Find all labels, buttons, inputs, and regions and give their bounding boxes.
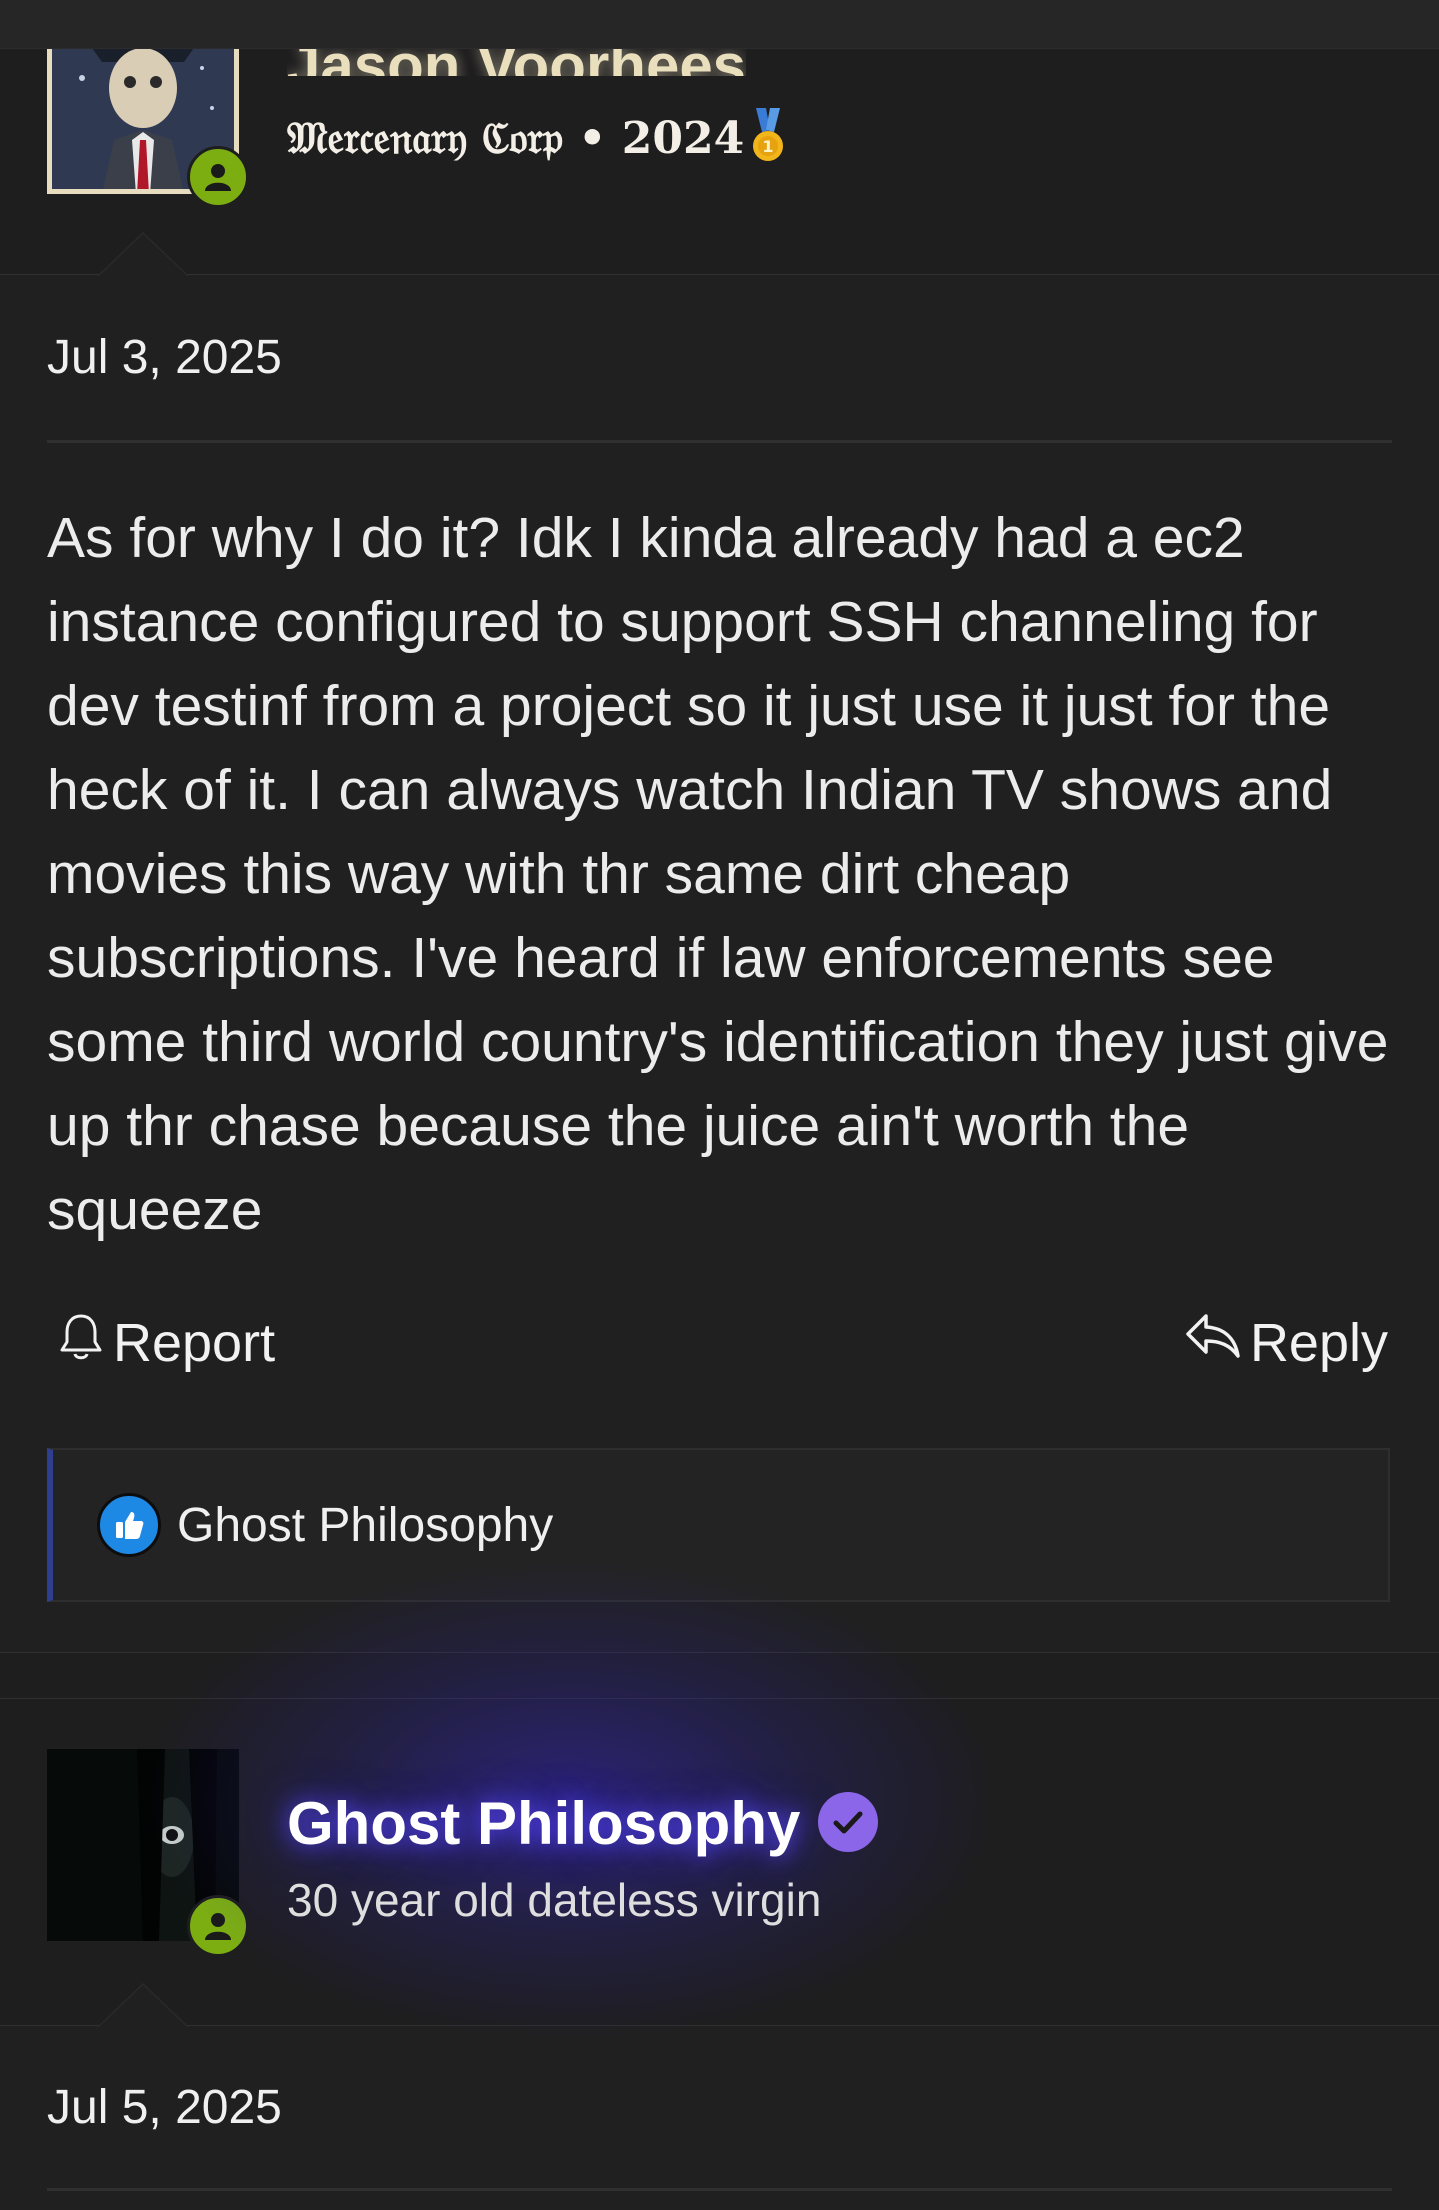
top-bar <box>0 0 1439 49</box>
divider <box>47 2188 1392 2191</box>
avatar[interactable] <box>47 48 249 208</box>
post-date[interactable]: Jul 5, 2025 <box>47 2080 282 2135</box>
divider <box>47 440 1392 443</box>
post-pointer <box>97 232 189 276</box>
online-status-icon <box>187 1895 249 1957</box>
post-pointer <box>97 1983 189 2027</box>
gold-medal-icon: 1 <box>748 108 788 175</box>
reaction-users[interactable]: Ghost Philosophy <box>177 1498 553 1553</box>
thumbs-up-icon <box>97 1493 161 1557</box>
post-date[interactable]: Jul 3, 2025 <box>47 330 282 385</box>
reactions-bar[interactable]: Ghost Philosophy <box>47 1448 1390 1602</box>
report-label: Report <box>113 1312 276 1373</box>
reply-icon <box>1184 1310 1242 1375</box>
username[interactable]: Jason Voorhees <box>287 46 746 76</box>
username[interactable]: Ghost Philosophy <box>287 1789 879 1858</box>
forum-thread-page: Jason Voorhees 𝔐𝔢𝔯𝔠𝔢𝔫𝔞𝔯𝔶 ℭ𝔬𝔯𝔭 • 2024 1 Ju… <box>0 0 1439 2210</box>
post-body: As for why I do it? Idk I kinda already … <box>47 506 1389 1242</box>
avatar[interactable] <box>47 1749 249 1957</box>
user-title-text: 𝔐𝔢𝔯𝔠𝔢𝔫𝔞𝔯𝔶 ℭ𝔬𝔯𝔭 • 2024 <box>287 113 745 164</box>
report-button[interactable]: Report <box>57 1310 275 1375</box>
post-actions: Report Reply <box>47 1310 1392 1390</box>
post-separator <box>0 1652 1439 1699</box>
post-author-header: Ghost Philosophy 30 year old dateless vi… <box>0 1698 1439 2027</box>
bell-icon <box>57 1310 105 1375</box>
username-text: Ghost Philosophy <box>287 1790 801 1857</box>
post-author-header: Jason Voorhees 𝔐𝔢𝔯𝔠𝔢𝔫𝔞𝔯𝔶 ℭ𝔬𝔯𝔭 • 2024 1 <box>0 46 1439 276</box>
reply-button[interactable]: Reply <box>1184 1310 1388 1375</box>
reply-label: Reply <box>1249 1312 1388 1373</box>
verified-badge-icon <box>818 1792 879 1853</box>
svg-text:1: 1 <box>763 137 774 156</box>
user-title: 𝔐𝔢𝔯𝔠𝔢𝔫𝔞𝔯𝔶 ℭ𝔬𝔯𝔭 • 2024 1 <box>287 108 788 175</box>
user-title: 30 year old dateless virgin <box>287 1874 822 1926</box>
online-status-icon <box>187 146 249 208</box>
